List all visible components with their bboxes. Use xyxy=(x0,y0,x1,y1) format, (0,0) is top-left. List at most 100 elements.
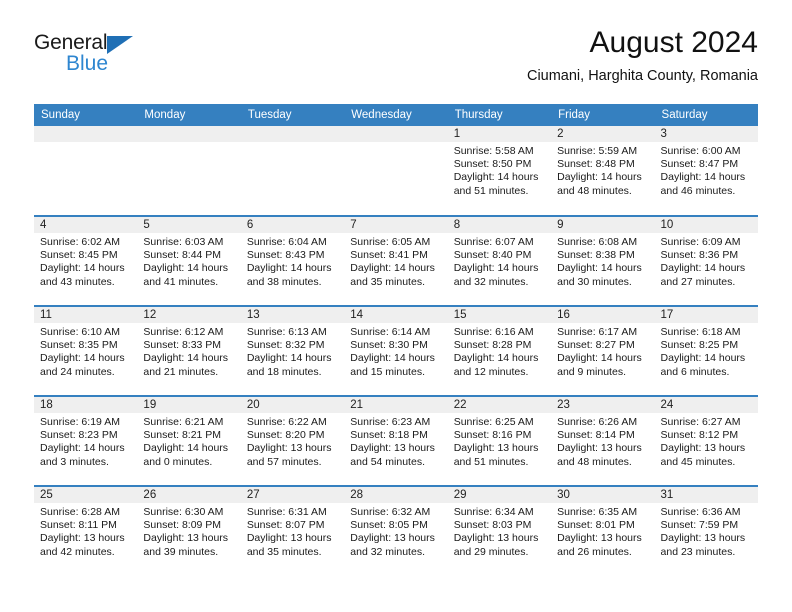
calendar-day-cell[interactable]: 10 Sunrise: 6:09 AM Sunset: 8:36 PM Dayligh… xyxy=(654,215,758,306)
sunset-text: Sunset: 8:16 PM xyxy=(453,429,532,442)
daylight-text: and 21 minutes. xyxy=(143,365,219,378)
weekday-header-row: Sunday Monday Tuesday Wednesday Thursday… xyxy=(34,104,758,126)
day-details: Sunrise: 6:07 AM Sunset: 8:40 PM Daylight:… xyxy=(448,233,551,289)
sunrise-text: Sunrise: 6:31 AM xyxy=(246,506,327,518)
calendar-day-cell[interactable]: 22 Sunrise: 6:25 AM Sunset: 8:16 PM Dayligh… xyxy=(447,395,552,486)
daylight-text: and 35 minutes. xyxy=(350,275,425,288)
calendar-day-cell[interactable]: 14 Sunrise: 6:14 AM Sunset: 8:30 PM Dayligh… xyxy=(344,305,448,396)
daylight-text: and 9 minutes. xyxy=(557,365,626,378)
calendar-day-cell[interactable]: 2 Sunrise: 5:59 AM Sunset: 8:48 PM Daylight… xyxy=(551,126,655,216)
calendar-day-cell[interactable]: 26 Sunrise: 6:30 AM Sunset: 8:09 PM Dayligh… xyxy=(137,485,241,576)
daylight-text: Daylight: 14 hours xyxy=(143,262,229,275)
sunrise-text: Sunrise: 6:09 AM xyxy=(660,236,741,248)
day-number: 7 xyxy=(344,217,448,233)
triangle-icon xyxy=(107,36,133,54)
daylight-text: Daylight: 13 hours xyxy=(246,532,332,545)
weekday-header-wednesday: Wednesday xyxy=(344,104,448,126)
sunset-text: Sunset: 7:59 PM xyxy=(660,519,739,532)
calendar-day-cell[interactable]: 11 Sunrise: 6:10 AM Sunset: 8:35 PM Dayligh… xyxy=(34,305,138,396)
sunrise-text: Sunrise: 6:02 AM xyxy=(40,236,120,248)
calendar-day-cell[interactable]: 1 Sunrise: 5:58 AM Sunset: 8:50 PM Daylight… xyxy=(447,126,552,216)
sunrise-text: Sunrise: 6:13 AM xyxy=(246,326,327,338)
sunset-text: Sunset: 8:09 PM xyxy=(143,519,222,532)
daylight-text: and 15 minutes. xyxy=(350,365,425,378)
calendar-day-cell[interactable]: 28 Sunrise: 6:32 AM Sunset: 8:05 PM Dayligh… xyxy=(344,485,448,576)
daylight-text: Daylight: 14 hours xyxy=(143,442,229,455)
day-number: 20 xyxy=(240,397,345,413)
sunrise-text: Sunrise: 6:27 AM xyxy=(660,416,741,428)
calendar-day-cell[interactable]: 24 Sunrise: 6:27 AM Sunset: 8:12 PM Dayligh… xyxy=(654,395,758,486)
sunrise-text: Sunrise: 6:18 AM xyxy=(660,326,741,338)
calendar-day-cell[interactable]: 12 Sunrise: 6:12 AM Sunset: 8:33 PM Dayligh… xyxy=(137,305,241,396)
daylight-text: Daylight: 14 hours xyxy=(246,352,332,365)
calendar-day-cell[interactable]: 30 Sunrise: 6:35 AM Sunset: 8:01 PM Dayligh… xyxy=(551,485,655,576)
calendar-day-cell[interactable]: 15 Sunrise: 6:16 AM Sunset: 8:28 PM Dayligh… xyxy=(447,305,552,396)
day-details: Sunrise: 6:13 AM Sunset: 8:32 PM Daylight:… xyxy=(241,323,344,379)
sunset-text: Sunset: 8:07 PM xyxy=(246,519,325,532)
day-number: 5 xyxy=(137,217,241,233)
day-number: 9 xyxy=(551,217,655,233)
day-details: Sunrise: 5:58 AM Sunset: 8:50 PM Daylight:… xyxy=(448,142,551,198)
day-details: Sunrise: 6:28 AM Sunset: 8:11 PM Daylight:… xyxy=(34,503,137,559)
daylight-text: Daylight: 13 hours xyxy=(557,532,642,545)
daylight-text: and 23 minutes. xyxy=(660,545,736,558)
calendar-day-cell[interactable]: 13 Sunrise: 6:13 AM Sunset: 8:32 PM Dayligh… xyxy=(240,305,345,396)
weekday-header-saturday: Saturday xyxy=(654,104,758,126)
day-details: Sunrise: 6:19 AM Sunset: 8:23 PM Daylight:… xyxy=(34,413,137,469)
calendar-day-cell[interactable]: 23 Sunrise: 6:26 AM Sunset: 8:14 PM Dayligh… xyxy=(551,395,655,486)
day-details: Sunrise: 6:03 AM Sunset: 8:44 PM Daylight:… xyxy=(137,233,240,289)
calendar-day-cell[interactable]: 20 Sunrise: 6:22 AM Sunset: 8:20 PM Dayligh… xyxy=(240,395,345,486)
day-details: Sunrise: 6:12 AM Sunset: 8:33 PM Daylight:… xyxy=(137,323,240,379)
daylight-text: Daylight: 14 hours xyxy=(40,442,125,455)
day-number: 12 xyxy=(137,307,241,323)
daylight-text: and 32 minutes. xyxy=(453,275,529,288)
day-details: Sunrise: 6:34 AM Sunset: 8:03 PM Daylight:… xyxy=(448,503,551,559)
calendar-day-cell[interactable]: 16 Sunrise: 6:17 AM Sunset: 8:27 PM Dayligh… xyxy=(551,305,655,396)
day-details: Sunrise: 6:18 AM Sunset: 8:25 PM Daylight:… xyxy=(655,323,758,379)
calendar-day-cell[interactable]: 7 Sunrise: 6:05 AM Sunset: 8:41 PM Daylight… xyxy=(344,215,448,306)
day-details: Sunrise: 6:00 AM Sunset: 8:47 PM Daylight:… xyxy=(655,142,758,198)
calendar-day-cell[interactable]: 27 Sunrise: 6:31 AM Sunset: 8:07 PM Dayligh… xyxy=(240,485,345,576)
calendar-week-row: 18 Sunrise: 6:19 AM Sunset: 8:23 PM Dayligh… xyxy=(34,395,758,486)
calendar-day-cell-empty xyxy=(34,126,138,216)
daylight-text: Daylight: 14 hours xyxy=(246,262,332,275)
calendar-day-cell[interactable]: 9 Sunrise: 6:08 AM Sunset: 8:38 PM Daylight… xyxy=(551,215,655,306)
daylight-text: Daylight: 13 hours xyxy=(660,442,746,455)
calendar-day-cell[interactable]: 8 Sunrise: 6:07 AM Sunset: 8:40 PM Daylight… xyxy=(447,215,552,306)
calendar-day-cell[interactable]: 5 Sunrise: 6:03 AM Sunset: 8:44 PM Daylight… xyxy=(137,215,241,306)
daylight-text: Daylight: 14 hours xyxy=(40,352,125,365)
calendar-day-cell[interactable]: 17 Sunrise: 6:18 AM Sunset: 8:25 PM Dayligh… xyxy=(654,305,758,396)
calendar-day-cell[interactable]: 29 Sunrise: 6:34 AM Sunset: 8:03 PM Dayligh… xyxy=(447,485,552,576)
daylight-text: Daylight: 14 hours xyxy=(660,352,746,365)
sunrise-text: Sunrise: 6:04 AM xyxy=(246,236,327,248)
general-blue-logo[interactable]: General Blue xyxy=(34,32,154,84)
calendar-day-cell[interactable]: 4 Sunrise: 6:02 AM Sunset: 8:45 PM Daylight… xyxy=(34,215,138,306)
calendar-day-cell[interactable]: 31 Sunrise: 6:36 AM Sunset: 7:59 PM Dayligh… xyxy=(654,485,758,576)
sunset-text: Sunset: 8:03 PM xyxy=(453,519,532,532)
calendar-day-cell-empty xyxy=(344,126,448,216)
calendar-day-cell[interactable]: 6 Sunrise: 6:04 AM Sunset: 8:43 PM Daylight… xyxy=(240,215,345,306)
day-number: 30 xyxy=(551,487,655,503)
daylight-text: Daylight: 13 hours xyxy=(453,442,539,455)
day-number: 14 xyxy=(344,307,448,323)
day-number: 27 xyxy=(240,487,345,503)
calendar-day-cell[interactable]: 18 Sunrise: 6:19 AM Sunset: 8:23 PM Dayligh… xyxy=(34,395,138,486)
calendar-day-cell[interactable]: 25 Sunrise: 6:28 AM Sunset: 8:11 PM Dayligh… xyxy=(34,485,138,576)
daylight-text: and 3 minutes. xyxy=(40,455,109,468)
calendar-day-cell[interactable]: 19 Sunrise: 6:21 AM Sunset: 8:21 PM Dayligh… xyxy=(137,395,241,486)
day-details: Sunrise: 6:21 AM Sunset: 8:21 PM Daylight:… xyxy=(137,413,240,469)
page-subtitle: Ciumani, Harghita County, Romania xyxy=(526,68,758,84)
sunrise-text: Sunrise: 6:28 AM xyxy=(40,506,120,518)
calendar-day-cell[interactable]: 21 Sunrise: 6:23 AM Sunset: 8:18 PM Dayligh… xyxy=(344,395,448,486)
calendar-week-row: 4 Sunrise: 6:02 AM Sunset: 8:45 PM Daylight… xyxy=(34,215,758,306)
daylight-text: and 12 minutes. xyxy=(453,365,529,378)
sunset-text: Sunset: 8:40 PM xyxy=(453,249,532,262)
daylight-text: Daylight: 13 hours xyxy=(453,532,539,545)
day-number: 26 xyxy=(137,487,241,503)
daylight-text: and 54 minutes. xyxy=(350,455,425,468)
weekday-header-monday: Monday xyxy=(137,104,241,126)
sunrise-text: Sunrise: 6:30 AM xyxy=(143,506,224,518)
calendar-day-cell[interactable]: 3 Sunrise: 6:00 AM Sunset: 8:47 PM Daylight… xyxy=(654,126,758,216)
daylight-text: and 46 minutes. xyxy=(660,184,736,197)
sunrise-text: Sunrise: 6:25 AM xyxy=(453,416,534,428)
